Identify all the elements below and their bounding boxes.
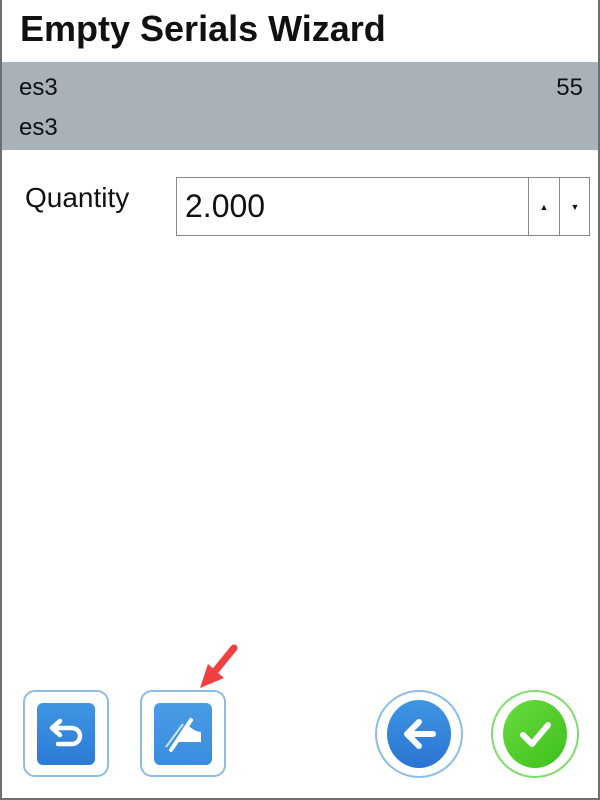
quantity-input[interactable]: 2.000	[185, 188, 265, 225]
quantity-label: Quantity	[25, 182, 130, 213]
quantity-stepper[interactable]: 2.000 ▲ ▼	[176, 177, 590, 236]
item-description: es3	[19, 114, 58, 141]
back-arrow-icon	[404, 719, 436, 749]
signature-icon	[165, 717, 201, 752]
undo-icon	[49, 718, 83, 746]
confirm-button[interactable]	[491, 690, 579, 778]
decrement-button[interactable]: ▼	[559, 178, 590, 235]
page-title: Empty Serials Wizard	[20, 8, 386, 49]
item-count: 55	[556, 74, 583, 101]
signature-button[interactable]	[140, 690, 226, 777]
undo-button[interactable]	[23, 690, 109, 777]
item-code: es3	[19, 74, 58, 101]
back-button[interactable]	[375, 690, 463, 778]
annotation-arrow-icon	[200, 644, 238, 688]
item-header: es3 es3 55	[2, 62, 598, 150]
increment-button[interactable]: ▲	[528, 178, 559, 235]
confirm-check-icon	[520, 722, 551, 747]
